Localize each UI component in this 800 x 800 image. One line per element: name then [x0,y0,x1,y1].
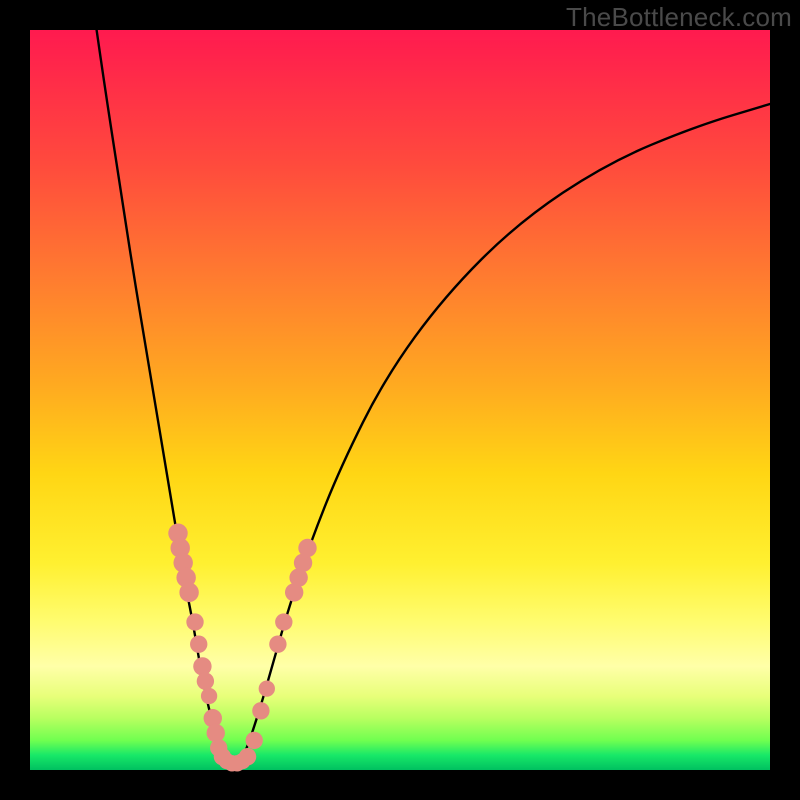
marker-dot [298,539,316,557]
plot-area [30,30,770,770]
marker-dot [197,673,214,690]
curve-svg [30,30,770,770]
marker-dot [246,732,263,749]
marker-dot [239,748,256,765]
marker-dot [186,613,203,630]
marker-dot [269,636,286,653]
marker-dot [201,688,217,704]
marker-dot [259,680,275,696]
marker-dot [190,636,207,653]
marker-dot [179,583,198,602]
watermark-text: TheBottleneck.com [566,2,792,33]
marker-dot [193,657,211,675]
data-markers [168,523,316,771]
marker-dot [252,702,269,719]
marker-dot [207,724,225,742]
marker-dot [275,613,292,630]
chart-frame: TheBottleneck.com [0,0,800,800]
